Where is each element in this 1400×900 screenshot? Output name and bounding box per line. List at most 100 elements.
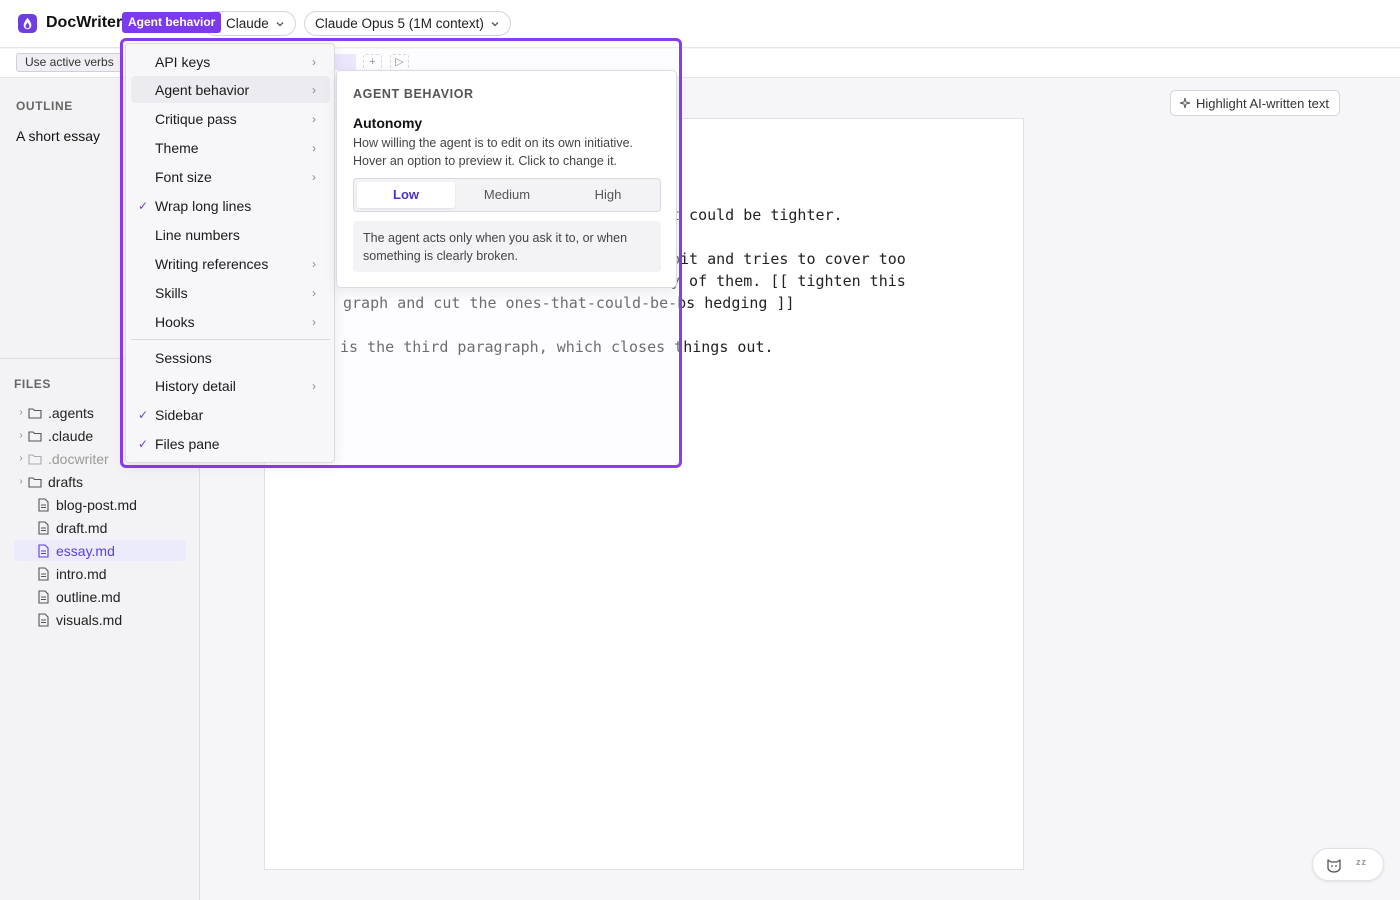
sleep-indicator: zz xyxy=(1356,857,1367,867)
chevron-right-icon: › xyxy=(312,140,316,155)
file-icon xyxy=(38,497,49,512)
autonomy-option-low[interactable]: Low xyxy=(357,182,455,208)
provider-label: Claude xyxy=(226,16,269,31)
file-icon xyxy=(38,520,49,535)
docwriter-logo-icon xyxy=(18,14,37,33)
menu-item-line-numbers[interactable]: Line numbers xyxy=(131,221,330,248)
file-name: .docwriter xyxy=(48,450,109,467)
menu-item-wrap-long-lines[interactable]: ✓ Wrap long lines xyxy=(131,192,330,219)
menu-item-label: Skills xyxy=(155,284,188,301)
outline-heading: OUTLINE xyxy=(16,99,73,113)
menu-item-history-detail[interactable]: History detail › xyxy=(131,372,330,399)
menu-item-label: Line numbers xyxy=(155,226,240,243)
menu-item-sessions[interactable]: Sessions xyxy=(131,344,330,371)
menu-item-skills[interactable]: Skills › xyxy=(131,279,330,306)
chevron-right-icon: › xyxy=(312,82,316,97)
file-row[interactable]: essay.md xyxy=(14,540,186,561)
menu-item-critique-pass[interactable]: Critique pass › xyxy=(131,105,330,132)
suggestion-chip[interactable]: Use active verbs xyxy=(16,53,123,72)
agent-status-button[interactable]: zz xyxy=(1312,848,1384,881)
cat-icon xyxy=(1327,859,1341,873)
menu-item-label: Critique pass xyxy=(155,110,237,127)
menu-item-sidebar[interactable]: ✓ Sidebar xyxy=(131,401,330,428)
menu-divider xyxy=(131,339,330,340)
submenu-heading: AGENT BEHAVIOR xyxy=(353,87,474,101)
autonomy-option-medium[interactable]: Medium xyxy=(458,182,556,208)
file-icon xyxy=(38,543,49,558)
file-icon xyxy=(38,612,49,627)
sparkle-icon xyxy=(1179,97,1191,109)
menu-item-theme[interactable]: Theme › xyxy=(131,134,330,161)
chevron-right-icon: › xyxy=(312,54,316,69)
editor-line: t could be tighter. xyxy=(671,206,843,224)
chevron-right-icon[interactable]: › xyxy=(14,453,28,464)
autonomy-title: Autonomy xyxy=(353,115,423,131)
file-row[interactable]: outline.md xyxy=(14,586,186,607)
check-icon: ✓ xyxy=(137,436,149,451)
focus-label: Agent behavior xyxy=(122,12,222,33)
file-name: outline.md xyxy=(56,588,121,605)
model-select[interactable]: Claude Opus 5 (1M context) xyxy=(304,11,511,36)
file-row[interactable]: blog-post.md xyxy=(14,494,186,515)
file-name: .agents xyxy=(48,404,94,421)
file-row[interactable]: visuals.md xyxy=(14,609,186,630)
file-name: essay.md xyxy=(56,542,115,559)
highlight-ai-text-label: Highlight AI-written text xyxy=(1196,95,1329,111)
file-icon xyxy=(38,566,49,581)
folder-icon xyxy=(28,476,42,488)
menu-item-hooks[interactable]: Hooks › xyxy=(131,308,330,335)
app-title: DocWriter xyxy=(46,14,123,31)
file-icon xyxy=(38,589,49,604)
autonomy-description: How willing the agent is to edit on its … xyxy=(353,136,634,168)
chevron-right-icon[interactable]: › xyxy=(14,430,28,441)
menu-item-files-pane[interactable]: ✓ Files pane xyxy=(131,430,330,457)
menu-item-label: History detail xyxy=(155,377,236,394)
file-name: draft.md xyxy=(56,519,108,536)
file-name: blog-post.md xyxy=(56,496,137,513)
agent-behavior-submenu: AGENT BEHAVIOR Autonomy How willing the … xyxy=(336,70,677,288)
chevron-right-icon: › xyxy=(312,111,316,126)
chevron-right-icon: › xyxy=(312,256,316,271)
menu-item-agent-behavior[interactable]: Agent behavior › xyxy=(131,76,330,103)
editor-line: bit and tries to cover too xyxy=(671,250,906,268)
folder-icon xyxy=(28,453,42,465)
menu-item-label: Sessions xyxy=(155,349,212,366)
file-row[interactable]: intro.md xyxy=(14,563,186,584)
menu-item-label: Agent behavior xyxy=(155,81,250,98)
menu-item-label: Theme xyxy=(155,139,199,156)
outline-item[interactable]: A short essay xyxy=(16,128,100,144)
chevron-down-icon xyxy=(491,21,499,26)
settings-menu: API keys › Agent behavior › Critique pass › Th… xyxy=(125,43,335,463)
menu-item-label: Sidebar xyxy=(155,406,204,423)
folder-icon xyxy=(28,407,42,419)
menu-item-label: Wrap long lines xyxy=(155,197,252,214)
menu-item-label: Hooks xyxy=(155,313,195,330)
check-icon: ✓ xyxy=(137,407,149,422)
files-heading: FILES xyxy=(14,377,52,391)
file-name: visuals.md xyxy=(56,611,123,628)
menu-item-writing-references[interactable]: Writing references › xyxy=(131,250,330,277)
highlight-ai-text-button[interactable]: Highlight AI-written text xyxy=(1170,90,1340,116)
file-row[interactable]: draft.md xyxy=(14,517,186,538)
folder-row[interactable]: › drafts xyxy=(14,471,186,492)
chevron-right-icon: › xyxy=(312,285,316,300)
menu-item-label: Writing references xyxy=(155,255,269,272)
autonomy-segmented-control: Low Medium High xyxy=(353,178,661,212)
chevron-right-icon: › xyxy=(312,169,316,184)
model-label: Claude Opus 5 (1M context) xyxy=(315,16,484,31)
check-icon: ✓ xyxy=(137,198,149,213)
chevron-down-icon xyxy=(276,21,284,26)
file-name: intro.md xyxy=(56,565,107,582)
chevron-right-icon: › xyxy=(312,314,316,329)
folder-icon xyxy=(28,430,42,442)
chevron-right-icon[interactable]: › xyxy=(14,476,28,487)
menu-item-label: Font size xyxy=(155,168,212,185)
chevron-right-icon[interactable]: › xyxy=(14,407,28,418)
menu-item-font-size[interactable]: Font size › xyxy=(131,163,330,190)
editor-line: y of them. [[ tighten this xyxy=(671,272,906,290)
autonomy-option-high[interactable]: High xyxy=(559,182,657,208)
menu-item-label: Files pane xyxy=(155,435,220,452)
menu-item-api-keys[interactable]: API keys › xyxy=(131,48,330,75)
file-name: .claude xyxy=(48,427,94,444)
menu-item-label: API keys xyxy=(155,53,211,70)
